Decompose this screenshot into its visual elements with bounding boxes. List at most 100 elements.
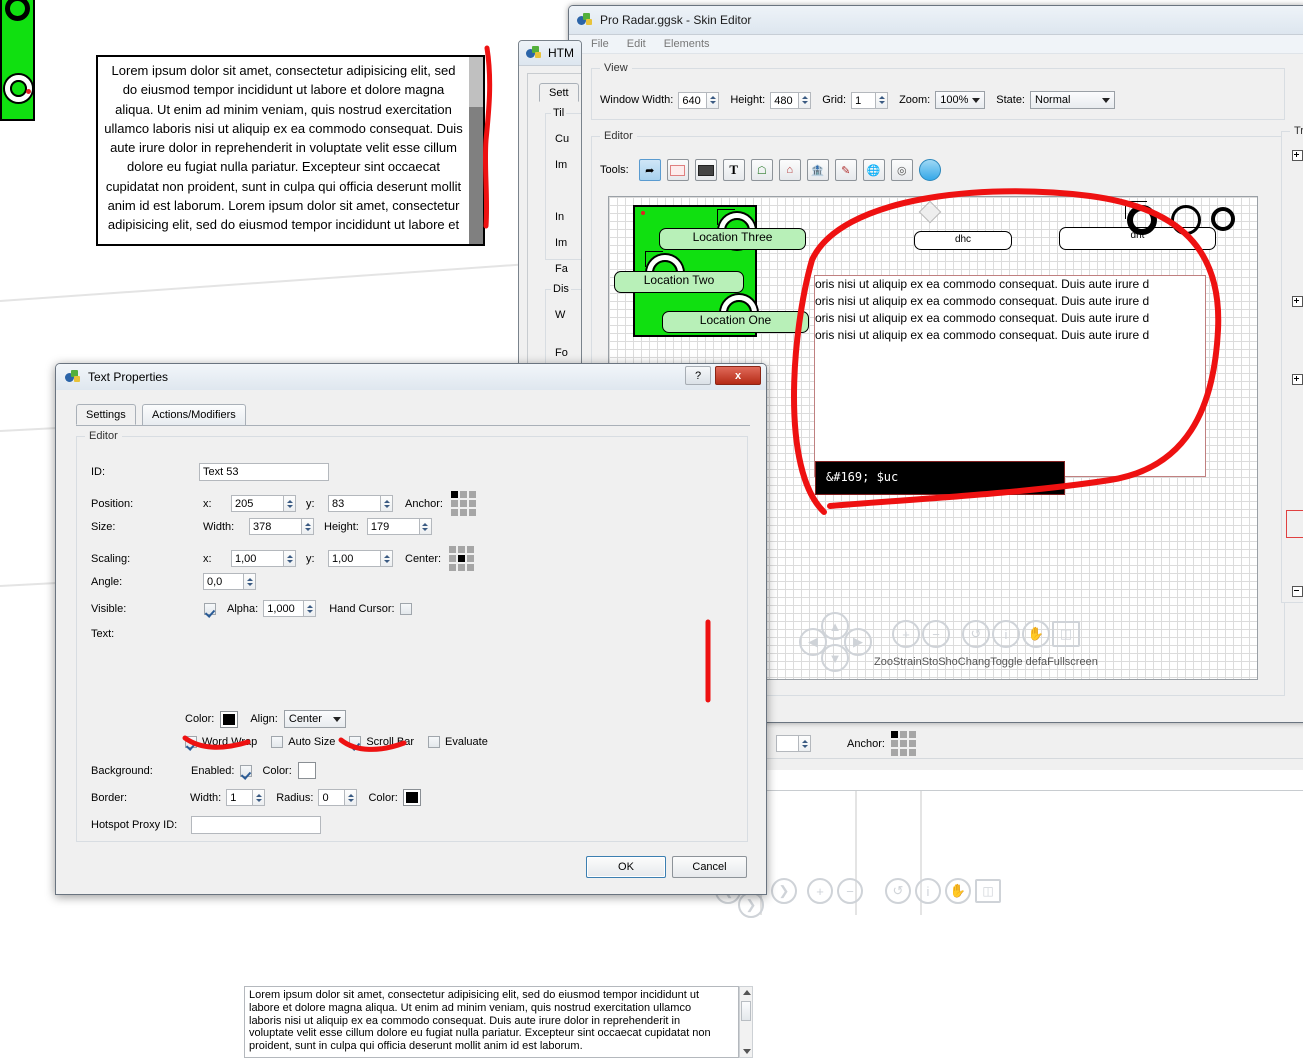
menu-file[interactable]: File (591, 38, 609, 50)
fullscreen-icon[interactable]: ◫ (975, 879, 1001, 903)
canvas-small-box-dhc[interactable]: dhc (914, 231, 1012, 250)
scaling-y-stepper[interactable]: 1,00 (328, 550, 393, 567)
spinner-arrows[interactable] (875, 91, 889, 109)
zoom-select[interactable]: 100% (935, 91, 986, 109)
html-dialog-tab-settings[interactable]: Sett (539, 83, 579, 102)
canvas-label-location-three[interactable]: Location Three (659, 228, 806, 250)
tree-expander[interactable] (1292, 586, 1303, 597)
bar-icon[interactable] (694, 159, 717, 181)
spinner-arrows[interactable] (798, 735, 811, 752)
textarea-scrollbar[interactable] (739, 986, 753, 1058)
menu-elements[interactable]: Elements (664, 38, 710, 50)
canvas-label-location-two[interactable]: Location Two (614, 271, 744, 293)
text-color-swatch[interactable] (220, 710, 239, 728)
scroll-thumb[interactable] (469, 57, 483, 107)
hotspot-input[interactable] (191, 816, 321, 834)
info-icon[interactable]: i (992, 620, 1020, 648)
text-icon[interactable]: T (722, 159, 745, 181)
border-width-stepper[interactable]: 1 (226, 789, 266, 806)
pin-icon[interactable] (918, 159, 941, 181)
tab-settings[interactable]: Settings (76, 404, 136, 425)
center-grid[interactable] (449, 546, 475, 571)
angle-stepper[interactable]: 0,0 (203, 573, 256, 590)
canvas-text-element[interactable]: oris nisi ut aliquip ex ea commodo conse… (814, 275, 1206, 477)
cancel-button[interactable]: Cancel (672, 856, 747, 878)
border-width-input[interactable]: 1 (226, 789, 253, 806)
zoom-in-icon[interactable]: + (892, 620, 920, 648)
image-map-icon[interactable]: ☖ (750, 159, 773, 181)
scaling-x-stepper[interactable]: 1,00 (231, 550, 296, 567)
spinner-arrows[interactable] (252, 789, 266, 806)
html-dialog-titlebar[interactable]: HTM (519, 41, 581, 66)
close-button[interactable]: x (715, 366, 761, 385)
fullscreen-icon[interactable]: ◫ (1052, 621, 1080, 647)
tree-expander[interactable] (1292, 296, 1303, 307)
canvas-height-stepper[interactable]: 480 (770, 91, 812, 109)
border-color-swatch[interactable] (402, 789, 421, 806)
ring-icon[interactable] (1127, 205, 1157, 235)
visible-checkbox[interactable] (204, 602, 216, 615)
tab-actions-modifiers[interactable]: Actions/Modifiers (142, 404, 246, 425)
text-properties-titlebar[interactable]: Text Properties ? x (56, 364, 766, 390)
scaling-y-input[interactable]: 1,00 (328, 550, 380, 567)
anchor-grid[interactable] (450, 491, 476, 516)
spinner-arrows[interactable] (706, 91, 720, 109)
ring-icon[interactable] (1211, 207, 1235, 231)
nav-right-icon[interactable]: ▶ (844, 628, 872, 656)
bg-enabled-checkbox[interactable] (240, 764, 253, 777)
align-select[interactable]: Center (283, 710, 346, 728)
spinner-arrows[interactable] (380, 495, 393, 512)
canvas-label-location-one[interactable]: Location One (662, 311, 809, 333)
height-input[interactable]: 179 (366, 518, 419, 535)
rotate-icon[interactable]: ↺ (885, 878, 911, 904)
grid-stepper[interactable]: 1 (851, 91, 889, 109)
preview-scrollbar[interactable] (469, 57, 483, 244)
spinner-arrows[interactable] (301, 518, 314, 535)
spinner-arrows[interactable] (243, 573, 256, 590)
pencil-icon[interactable]: ✎ (834, 159, 857, 181)
hand-cursor-checkbox[interactable] (399, 602, 412, 615)
scroll-down-arrow[interactable] (743, 1049, 751, 1054)
zoom-in-icon[interactable]: + (807, 878, 833, 904)
scroll-bar-checkbox[interactable] (349, 736, 362, 748)
diamond-handle[interactable] (918, 200, 942, 224)
bg-spinner[interactable] (776, 735, 811, 752)
evaluate-checkbox[interactable] (428, 736, 441, 748)
hand-icon[interactable]: ✋ (1022, 620, 1050, 648)
id-input[interactable]: Text 53 (199, 463, 329, 481)
home-icon[interactable]: ⌂ (778, 159, 801, 181)
bg-color-swatch[interactable] (297, 762, 316, 779)
width-stepper[interactable]: 378 (249, 518, 314, 535)
rectangle-icon[interactable] (666, 159, 689, 181)
nav-right-icon[interactable]: ❯ (771, 878, 797, 904)
menu-edit[interactable]: Edit (627, 38, 646, 50)
angle-input[interactable]: 0,0 (203, 573, 243, 590)
spinner-arrows[interactable] (798, 91, 812, 109)
scroll-thumb[interactable] (741, 1001, 751, 1021)
info-icon[interactable]: i (915, 878, 941, 904)
position-x-input[interactable]: 205 (231, 495, 283, 512)
word-wrap-checkbox[interactable] (185, 736, 197, 748)
position-x-stepper[interactable]: 205 (231, 495, 296, 512)
position-y-input[interactable]: 83 (328, 495, 380, 512)
spinner-arrows[interactable] (283, 495, 296, 512)
skin-editor-menubar[interactable]: File Edit Elements (569, 35, 1303, 54)
select-arrow-icon[interactable]: ➦ (638, 159, 661, 181)
globe-icon[interactable]: 🌐 (862, 159, 885, 181)
window-width-stepper[interactable]: 640 (678, 91, 720, 109)
nav-down-icon[interactable]: ❯ (738, 892, 764, 918)
text-content-textarea[interactable]: Lorem ipsum dolor sit amet, consectetur … (244, 986, 739, 1058)
zoom-out-icon[interactable]: − (837, 878, 863, 904)
border-radius-stepper[interactable]: 0 (318, 789, 358, 806)
border-radius-input[interactable]: 0 (318, 789, 345, 806)
alpha-stepper[interactable]: 1,000 (263, 600, 317, 617)
position-y-stepper[interactable]: 83 (328, 495, 393, 512)
rotate-icon[interactable]: ↺ (962, 620, 990, 648)
state-select[interactable]: Normal (1030, 91, 1115, 109)
anchor-grid[interactable] (890, 731, 916, 756)
spinner-arrows[interactable] (344, 789, 358, 806)
alpha-input[interactable]: 1,000 (263, 600, 304, 617)
help-button[interactable]: ? (685, 366, 711, 385)
ok-button[interactable]: OK (586, 856, 666, 878)
tree-expander[interactable] (1292, 150, 1303, 161)
